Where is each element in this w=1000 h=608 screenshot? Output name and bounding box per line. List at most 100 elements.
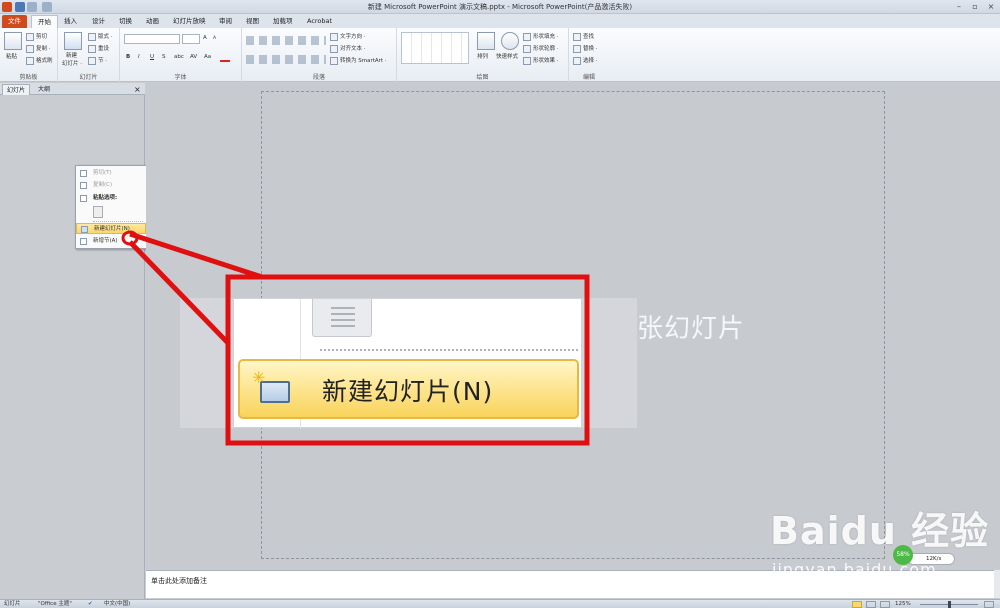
quick-styles-icon[interactable] (501, 32, 519, 50)
callout-label: 新建幻灯片(N) (322, 377, 494, 406)
new-slide-icon[interactable] (64, 32, 82, 50)
spellcheck-icon[interactable]: ✔ (88, 600, 93, 608)
char-spacing-button[interactable]: AV (190, 54, 197, 60)
tab-home[interactable]: 开始 (31, 15, 58, 28)
change-case-button[interactable]: Aa (204, 54, 211, 60)
callout-separator (320, 349, 578, 351)
maximize-button[interactable]: ▫ (968, 1, 982, 12)
tab-review[interactable]: 审阅 (213, 15, 238, 28)
reading-view-icon[interactable] (880, 601, 890, 608)
tab-outline[interactable]: 大纲 (34, 84, 54, 95)
tab-animations[interactable]: 动画 (140, 15, 165, 28)
close-panel-icon[interactable]: × (130, 84, 145, 95)
new-slide-button[interactable]: 新建 (66, 51, 77, 59)
layout-icon (88, 32, 96, 41)
shadow-button[interactable]: abc (174, 54, 184, 60)
section-button[interactable]: 节 · (88, 56, 107, 65)
new-slide-dropdown[interactable]: 幻灯片 · (62, 59, 82, 67)
tab-addins[interactable]: 加载项 (267, 15, 299, 28)
replace-button[interactable]: 替换 · (573, 44, 598, 53)
menu-item-copy[interactable]: 复制(C) (76, 180, 146, 191)
font-size-select[interactable] (182, 34, 200, 44)
normal-view-icon[interactable] (852, 601, 862, 608)
arrange-icon[interactable] (477, 32, 495, 50)
zoom-callout: ✳ 新建幻灯片(N) (233, 298, 582, 429)
minimize-button[interactable]: – (952, 1, 966, 12)
tab-acrobat[interactable]: Acrobat (301, 15, 338, 28)
close-button[interactable]: × (984, 1, 998, 12)
grow-font-button[interactable]: A (203, 35, 207, 41)
drawing-group-label: 绘图 (476, 74, 489, 81)
tab-insert[interactable]: 插入 (58, 15, 83, 28)
font-group-label: 字体 (174, 74, 187, 81)
align-buttons[interactable] (246, 55, 326, 64)
reset-icon (88, 44, 96, 53)
strikethrough-button[interactable]: S (162, 54, 166, 60)
replace-icon (573, 44, 581, 53)
font-name-select[interactable] (124, 34, 180, 44)
copy-icon (26, 44, 34, 53)
status-theme[interactable]: "Office 主题" (38, 600, 72, 608)
copy-button[interactable]: 复制 · (26, 44, 51, 53)
paste-button[interactable]: 粘贴 (6, 52, 17, 60)
tab-slides-thumbnails[interactable]: 幻灯片 (2, 84, 31, 95)
quick-styles-button[interactable]: 快速样式 (496, 52, 518, 60)
font-color-icon[interactable] (220, 53, 230, 62)
text-direction-button[interactable]: 文字方向 · (330, 32, 366, 41)
fit-to-window-icon[interactable] (984, 601, 994, 608)
panel-tabs: 幻灯片 大纲 × (0, 83, 145, 95)
status-bar: 幻灯片 "Office 主题" ✔ 中文(中国) 125% (0, 599, 1000, 608)
tab-view[interactable]: 视图 (240, 15, 265, 28)
cut-button[interactable]: 剪切 (26, 32, 47, 41)
paint-bucket-icon (523, 32, 531, 41)
convert-smartart-button[interactable]: 转换为 SmartArt · (330, 56, 387, 65)
italic-button[interactable]: I (138, 54, 140, 60)
scissors-icon (26, 32, 34, 41)
format-painter-button[interactable]: 格式刷 (26, 56, 53, 65)
slides-group: 新建 幻灯片 · 版式 · 重设 节 · 幻灯片 (58, 28, 120, 82)
vertical-scrollbar[interactable] (994, 570, 1000, 598)
zoom-level[interactable]: 125% (895, 600, 911, 608)
paste-icon[interactable] (4, 32, 22, 50)
paste-icon (80, 195, 87, 202)
menu-item-new-section[interactable]: 新增节(A) (76, 236, 146, 247)
shrink-font-button[interactable]: A (213, 36, 216, 41)
select-button[interactable]: 选择 · (573, 56, 598, 65)
list-buttons[interactable] (246, 36, 326, 45)
menu-item-paste-options: 粘贴选项: (76, 193, 146, 204)
effects-icon (523, 56, 531, 65)
menu-item-cut[interactable]: 剪切(T) (76, 168, 146, 179)
text-direction-icon (330, 32, 338, 41)
shapes-gallery[interactable] (401, 32, 469, 64)
tab-slideshow[interactable]: 幻灯片放映 (167, 15, 212, 28)
find-button[interactable]: 查找 (573, 32, 594, 41)
paste-option-icon[interactable] (93, 206, 103, 218)
window-title: 新建 Microsoft PowerPoint 演示文稿.pptx - Micr… (367, 3, 633, 11)
arrange-button[interactable]: 排列 (477, 52, 488, 60)
slide-sorter-icon[interactable] (866, 601, 876, 608)
align-text-button[interactable]: 对齐文本 · (330, 44, 366, 53)
tab-transitions[interactable]: 切换 (113, 15, 138, 28)
slide-text: 张幻灯片 (637, 314, 746, 344)
shape-fill-button[interactable]: 形状填充 · (523, 32, 559, 41)
title-bar: 新建 Microsoft PowerPoint 演示文稿.pptx - Micr… (0, 0, 1000, 14)
menu-item-new-slide[interactable]: 新建幻灯片(N) (76, 223, 146, 234)
slides-panel[interactable]: 幻灯片 大纲 × (0, 83, 145, 599)
tab-file[interactable]: 文件 (2, 15, 27, 28)
speed-ball-icon[interactable]: 58% (893, 545, 913, 565)
status-language[interactable]: 中文(中国) (104, 600, 130, 608)
tab-design[interactable]: 设计 (86, 15, 111, 28)
clipboard-group: 粘贴 剪切 复制 · 格式刷 剪贴板 (0, 28, 58, 82)
editing-group: 查找 替换 · 选择 · 编辑 (569, 28, 609, 82)
reset-button[interactable]: 重设 (88, 44, 109, 53)
shape-outline-button[interactable]: 形状轮廓 · (523, 44, 559, 53)
watermark-logo: Baidu 经验 (770, 509, 990, 553)
font-group: A A B I U S abc AV Aa 字体 (120, 28, 242, 82)
zoom-slider-thumb[interactable] (948, 601, 951, 608)
bold-button[interactable]: B (126, 54, 130, 60)
layout-button[interactable]: 版式 · (88, 32, 113, 41)
drawing-group: 排列 快速样式 形状填充 · 形状轮廓 · 形状效果 · 绘图 (397, 28, 569, 82)
context-menu: 剪切(T) 复制(C) 粘贴选项: 新建幻灯片(N) 新增节(A) (75, 165, 147, 249)
shape-effects-button[interactable]: 形状效果 · (523, 56, 559, 65)
underline-button[interactable]: U (150, 54, 154, 60)
